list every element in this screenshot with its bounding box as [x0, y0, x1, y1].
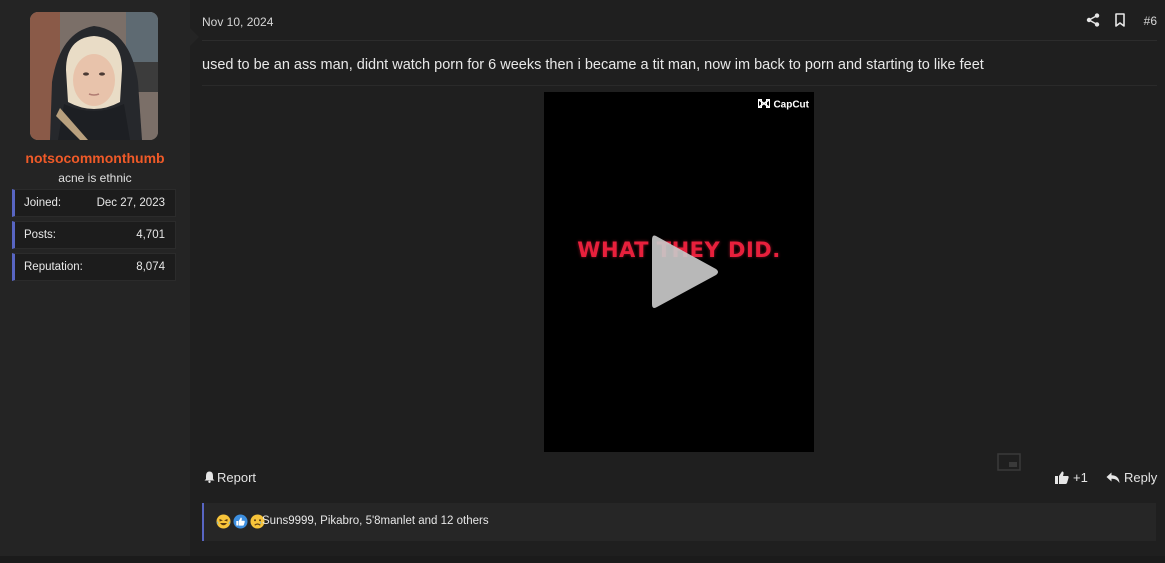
user-title: acne is ethnic [58, 171, 132, 185]
avatar[interactable] [30, 12, 158, 140]
share-icon[interactable] [1086, 13, 1100, 27]
reaction-emojis [216, 514, 265, 529]
picture-in-picture-icon[interactable] [997, 453, 1021, 471]
post-number[interactable]: #6 [1144, 14, 1157, 28]
reactions-bar[interactable]: Suns9999, Pikabro, 5'8manlet and 12 othe… [202, 503, 1156, 541]
report-label: Report [217, 470, 257, 485]
stat-reputation: Reputation: 8,074 [12, 253, 176, 281]
stat-label: Joined: [24, 197, 62, 209]
reply-button[interactable]: Reply [1106, 470, 1157, 485]
post-body: used to be an ass man, didnt watch porn … [202, 57, 1157, 86]
stat-joined: Joined: Dec 27, 2023 [12, 189, 176, 217]
capcut-label: CapCut [773, 99, 809, 111]
capcut-watermark: CapCut [758, 99, 809, 111]
capcut-logo-icon [758, 99, 771, 111]
post-header: Nov 10, 2024 #6 [202, 10, 1157, 41]
stat-value[interactable]: 4,701 [136, 229, 165, 241]
reply-arrow-icon [1106, 472, 1120, 483]
username[interactable]: notsocommonthumb [0, 150, 190, 166]
reactions-users[interactable]: Suns9999, Pikabro, 5'8manlet and 12 othe… [262, 515, 489, 527]
like-button[interactable]: +1 [1055, 470, 1088, 485]
post-date[interactable]: Nov 10, 2024 [202, 15, 273, 29]
like-count: +1 [1073, 470, 1088, 485]
report-button[interactable]: Report [204, 470, 256, 485]
stat-label: Reputation: [24, 261, 83, 273]
stat-posts: Posts: 4,701 [12, 221, 176, 249]
video-player[interactable]: CapCut WHAT THEY DID. [544, 92, 814, 452]
thumbs-up-emoji-icon [233, 514, 248, 529]
play-icon[interactable] [648, 232, 722, 312]
stat-label: Posts: [24, 229, 56, 241]
stat-value: Dec 27, 2023 [96, 197, 165, 209]
bell-icon [204, 471, 215, 483]
laughing-crying-emoji-icon [216, 514, 231, 529]
user-sidebar: notsocommonthumb acne is ethnic Joined: … [0, 0, 199, 556]
forum-post: notsocommonthumb acne is ethnic Joined: … [0, 0, 1165, 556]
sidebar-pointer [190, 28, 199, 46]
thumbs-up-icon [1055, 471, 1069, 484]
stat-value: 8,074 [136, 261, 165, 273]
reply-label: Reply [1124, 470, 1158, 485]
bookmark-icon[interactable] [1113, 13, 1127, 27]
